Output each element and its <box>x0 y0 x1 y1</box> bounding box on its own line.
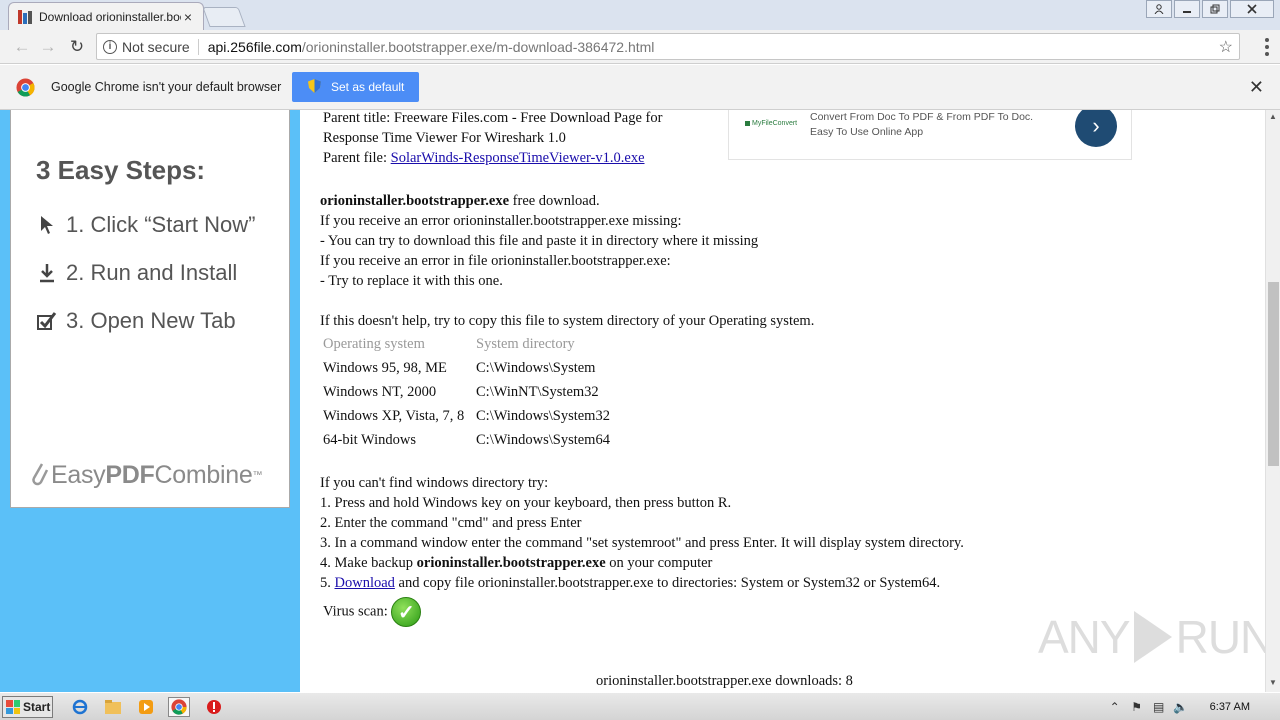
security-status: Not secure <box>122 38 190 55</box>
browser-toolbar: ← → ↻ i Not secure api.256file.com/orion… <box>0 30 1280 64</box>
myfileconvert-ad[interactable]: MyFileConvert Convert From Doc To PDF & … <box>728 110 1132 160</box>
url-path: /orioninstaller.bootstrapper.exe/m-downl… <box>301 38 655 55</box>
error-in-file-text: If you receive an error in file orionins… <box>320 253 671 269</box>
chevron-right-icon[interactable]: › <box>1075 110 1117 147</box>
media-player-icon[interactable] <box>135 697 157 717</box>
error-missing-text: If you receive an error orioninstaller.b… <box>320 213 682 229</box>
find-dir-text: If you can't find windows directory try: <box>320 475 549 491</box>
myfileconvert-logo: MyFileConvert <box>745 120 797 127</box>
menu-dots-icon[interactable] <box>1264 38 1270 56</box>
internet-explorer-icon[interactable] <box>69 697 91 717</box>
windows-logo-icon <box>6 700 20 714</box>
taskbar-clock[interactable]: 6:37 AM <box>1210 701 1250 713</box>
step-4-text: 4. Make backup orioninstaller.bootstrapp… <box>320 555 713 571</box>
minimize-button[interactable] <box>1174 0 1200 18</box>
set-as-default-label: Set as default <box>331 80 405 94</box>
step-5-text: 5. Download and copy file orioninstaller… <box>320 575 941 591</box>
ad-step-2-label: 2. Run and Install <box>66 260 238 285</box>
shield-icon <box>308 78 321 96</box>
default-browser-infobar: Google Chrome isn't your default browser… <box>0 65 1280 110</box>
ad-step-1: 1. Click “Start Now” <box>36 212 255 238</box>
parent-title-line1: Parent title: Freeware Files.com - Free … <box>323 110 663 126</box>
step-3-text: 3. In a command window enter the command… <box>320 535 964 551</box>
green-check-icon: ✓ <box>391 597 422 627</box>
scrollbar-thumb[interactable] <box>1268 282 1279 466</box>
forward-arrow-icon[interactable]: → <box>38 37 58 57</box>
ad-step-2: 2. Run and Install <box>36 260 237 286</box>
easypdf-ad[interactable]: 3 Easy Steps: 1. Click “Start Now” 2. Ru… <box>10 110 290 508</box>
replace-text: - Try to replace it with this one. <box>320 273 503 289</box>
tab-close-icon[interactable]: × <box>181 9 195 25</box>
checkbox-checked-icon <box>36 311 58 331</box>
easypdfcombine-logo: Easy PDF Combine ™ <box>29 458 262 493</box>
page-viewport: 3 Easy Steps: 1. Click “Start Now” 2. Ru… <box>0 110 1265 692</box>
back-arrow-icon[interactable]: ← <box>12 37 32 57</box>
reload-icon[interactable]: ↻ <box>67 37 87 57</box>
browser-title-bar: Download orioninstaller.boot × <box>0 0 1280 30</box>
play-icon <box>1133 611 1172 663</box>
info-icon[interactable]: i <box>103 39 117 54</box>
ad-step-3-label: 3. Open New Tab <box>66 308 236 333</box>
free-download-line: orioninstaller.bootstrapper.exe free dow… <box>320 193 600 209</box>
ad-steps-title: 3 Easy Steps: <box>36 155 206 185</box>
ad-text: Convert From Doc To PDF & From PDF To Do… <box>810 111 1034 138</box>
step-2-text: 2. Enter the command "cmd" and press Ent… <box>320 515 582 531</box>
volume-icon[interactable]: 🔈 <box>1170 700 1192 714</box>
step-1-text: 1. Press and hold Windows key on your ke… <box>320 495 732 511</box>
new-tab-button[interactable] <box>202 7 246 27</box>
windows-taskbar: Start ⌃ ⚑ ▤ 🔈 6:37 AM <box>0 692 1280 720</box>
tab-title: Download orioninstaller.boot <box>39 9 181 24</box>
copy-system-dir-text: If this doesn't help, try to copy this f… <box>320 313 815 329</box>
url-separator <box>197 38 199 55</box>
chrome-logo-icon <box>16 78 35 97</box>
anyrun-watermark: ANY RUN <box>1038 611 1265 663</box>
download-icon <box>36 263 58 283</box>
set-as-default-button[interactable]: Set as default <box>292 72 419 102</box>
restore-button[interactable] <box>1202 0 1228 18</box>
virus-scan-label: Virus scan: <box>323 603 388 620</box>
file-explorer-icon[interactable] <box>102 697 124 717</box>
bookmark-star-icon[interactable]: ☆ <box>1219 37 1233 57</box>
network-icon[interactable]: ▤ <box>1148 700 1170 714</box>
filename-bold: orioninstaller.bootstrapper.exe <box>320 193 510 209</box>
browser-tab[interactable]: Download orioninstaller.boot × <box>8 2 204 30</box>
profile-icon[interactable] <box>1146 0 1172 18</box>
vertical-scrollbar[interactable]: ▲ ▼ <box>1265 110 1280 692</box>
show-hidden-icons-icon[interactable]: ⌃ <box>1104 700 1126 714</box>
system-tray: ⌃ ⚑ ▤ 🔈 6:37 AM <box>1104 695 1280 719</box>
downloads-count: orioninstaller.bootstrapper.exe download… <box>596 673 853 689</box>
site-favicon-icon <box>17 9 33 25</box>
chrome-taskbar-icon[interactable] <box>168 697 190 717</box>
scroll-up-arrow-icon[interactable]: ▲ <box>1269 112 1277 121</box>
scroll-down-arrow-icon[interactable]: ▼ <box>1269 678 1277 687</box>
infobar-close-icon[interactable]: ✕ <box>1249 77 1264 98</box>
download-link[interactable]: Download <box>335 575 395 591</box>
paperclip-icon <box>29 458 49 493</box>
window-close-button[interactable] <box>1230 0 1274 18</box>
download-paste-text: - You can try to download this file and … <box>320 233 759 249</box>
address-bar[interactable]: i Not secure api.256file.com/orioninstal… <box>96 33 1240 60</box>
parent-file: Parent file: SolarWinds-ResponseTimeView… <box>323 150 645 166</box>
start-button[interactable]: Start <box>2 696 53 718</box>
url-host: api.256file.com <box>207 38 302 55</box>
virus-scan: Virus scan: ✓ <box>323 597 422 627</box>
parent-file-link[interactable]: SolarWinds-ResponseTimeViewer-v1.0.exe <box>391 150 645 166</box>
parent-title-line2: Response Time Viewer For Wireshark 1.0 <box>323 130 566 146</box>
cursor-icon <box>36 215 58 235</box>
flag-icon[interactable]: ⚑ <box>1126 700 1148 714</box>
stop-alert-icon[interactable] <box>203 697 225 717</box>
ad-step-3: 3. Open New Tab <box>36 308 236 334</box>
ad-step-1-label: 1. Click “Start Now” <box>66 212 256 237</box>
infobar-message: Google Chrome isn't your default browser <box>51 80 282 94</box>
